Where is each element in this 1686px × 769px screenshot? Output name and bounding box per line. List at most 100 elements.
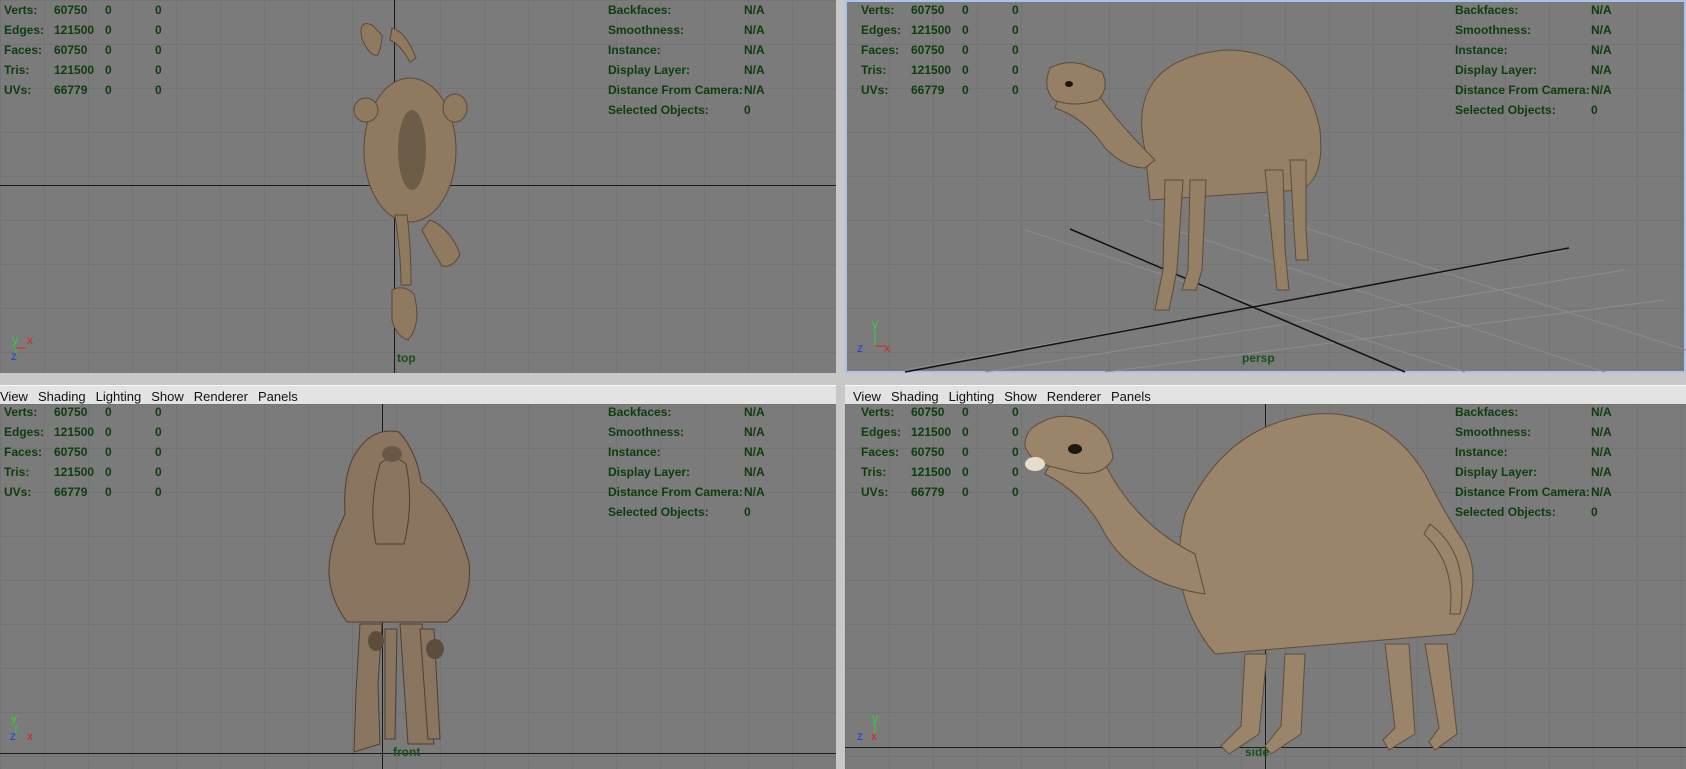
stat-value: 60750 — [54, 445, 88, 459]
camera-label: side — [1245, 745, 1270, 759]
stat-value: 60750 — [911, 445, 945, 459]
view-axis-indicator: y x z — [857, 317, 890, 355]
stat-label: UVs: — [4, 485, 32, 499]
info-label: Smoothness: — [608, 425, 685, 439]
axis-y-label: y — [872, 317, 878, 331]
info-label: Smoothness: — [1455, 425, 1532, 439]
stat-value: 0 — [962, 83, 969, 97]
axis-x-label: x — [871, 729, 877, 743]
info-value: N/A — [1591, 63, 1612, 77]
stat-value: 0 — [105, 23, 112, 37]
stat-value: 0 — [155, 445, 162, 459]
camera-label: persp — [1242, 351, 1275, 365]
menu-shading[interactable]: Shading — [886, 389, 944, 404]
stat-value: 121500 — [54, 23, 95, 37]
stat-value: 0 — [1012, 465, 1019, 479]
stat-value: 0 — [105, 445, 112, 459]
stat-value: 121500 — [54, 465, 95, 479]
info-label: Backfaces: — [608, 3, 672, 17]
info-label: Selected Objects: — [608, 505, 709, 519]
stat-value: 0 — [105, 465, 112, 479]
stat-value: 60750 — [54, 43, 88, 57]
stat-value: 0 — [155, 43, 162, 57]
axis-x-label: x — [27, 333, 33, 347]
menu-panels[interactable]: Panels — [1106, 389, 1156, 404]
menu-panels[interactable]: Panels — [253, 389, 303, 404]
stat-value: 0 — [1012, 63, 1019, 77]
stat-value: 0 — [1012, 43, 1019, 57]
stat-label: Tris: — [861, 63, 887, 77]
stat-value: 0 — [1012, 3, 1019, 17]
menu-view[interactable]: View — [0, 389, 33, 404]
info-label: Smoothness: — [608, 23, 685, 37]
menu-show[interactable]: Show — [999, 389, 1042, 404]
stat-value: 0 — [962, 465, 969, 479]
info-label: Selected Objects: — [608, 103, 709, 117]
info-value: 0 — [1591, 505, 1598, 519]
menu-lighting[interactable]: Lighting — [91, 389, 147, 404]
stat-value: 0 — [155, 425, 162, 439]
info-label: Distance From Camera: — [608, 83, 743, 97]
info-value: N/A — [744, 83, 765, 97]
axis-z-label: z — [11, 349, 17, 363]
axis-z-label: z — [10, 729, 16, 743]
stat-value: 60750 — [911, 405, 945, 419]
viewport-top[interactable]: Verts: 60750 0 0 Edges: 121500 0 0 Faces: 60750… — [0, 0, 836, 373]
stat-value: 0 — [962, 485, 969, 499]
stat-value: 0 — [962, 445, 969, 459]
info-label: Backfaces: — [608, 405, 672, 419]
stat-label: Faces: — [4, 445, 43, 459]
menu-lighting[interactable]: Lighting — [944, 389, 1000, 404]
viewport-persp[interactable]: Verts: 60750 0 0 Edges: 121500 0 0 Faces: 60750… — [845, 0, 1686, 373]
stat-value: 121500 — [911, 23, 952, 37]
stat-label: Verts: — [4, 405, 38, 419]
info-value: N/A — [1591, 3, 1612, 17]
info-value: N/A — [744, 405, 765, 419]
menu-show[interactable]: Show — [146, 389, 189, 404]
axis-x-label: x — [27, 729, 33, 743]
stat-value: 0 — [105, 83, 112, 97]
stat-label: Verts: — [861, 405, 895, 419]
menu-view[interactable]: View — [845, 389, 886, 404]
info-value: N/A — [744, 3, 765, 17]
stat-label: UVs: — [861, 83, 889, 97]
menu-shading[interactable]: Shading — [33, 389, 91, 404]
info-value: N/A — [744, 425, 765, 439]
info-value: N/A — [1591, 83, 1612, 97]
camel-model-front[interactable] — [0, 404, 836, 769]
stat-value: 60750 — [911, 43, 945, 57]
camel-model-top[interactable] — [0, 0, 836, 373]
info-value: N/A — [1591, 485, 1612, 499]
axis-z-label: z — [857, 729, 863, 743]
stat-value: 0 — [962, 425, 969, 439]
stat-label: UVs: — [4, 83, 32, 97]
stat-label: Tris: — [861, 465, 887, 479]
camera-label: top — [397, 351, 416, 365]
info-label: Display Layer: — [1455, 465, 1538, 479]
stat-value: 121500 — [54, 63, 95, 77]
view-axis-indicator: y z x — [857, 711, 878, 743]
camel-model-persp[interactable] — [845, 0, 1686, 373]
menu-renderer[interactable]: Renderer — [1042, 389, 1106, 404]
stat-value: 0 — [962, 3, 969, 17]
viewport-side[interactable]: Verts: 60750 0 0 Edges: 121500 0 0 Faces: 60750… — [845, 404, 1686, 769]
stat-value: 0 — [155, 485, 162, 499]
menu-renderer[interactable]: Renderer — [189, 389, 253, 404]
camera-label: front — [393, 745, 421, 759]
stat-label: Edges: — [861, 23, 902, 37]
stat-value: 60750 — [54, 405, 88, 419]
axis-y-label: y — [872, 711, 878, 725]
stat-value: 0 — [962, 23, 969, 37]
camel-model-side[interactable] — [845, 404, 1686, 769]
info-label: Instance: — [608, 43, 661, 57]
stat-value: 66779 — [54, 83, 88, 97]
info-value: N/A — [744, 23, 765, 37]
info-label: Selected Objects: — [1455, 505, 1556, 519]
info-value: N/A — [1591, 445, 1612, 459]
stat-value: 0 — [1012, 425, 1019, 439]
stat-label: Tris: — [4, 465, 30, 479]
stat-value: 0 — [155, 23, 162, 37]
stat-value: 66779 — [911, 83, 945, 97]
stat-value: 60750 — [911, 3, 945, 17]
viewport-front[interactable]: Verts: 60750 0 0 Edges: 121500 0 0 Faces: 60750… — [0, 404, 836, 769]
